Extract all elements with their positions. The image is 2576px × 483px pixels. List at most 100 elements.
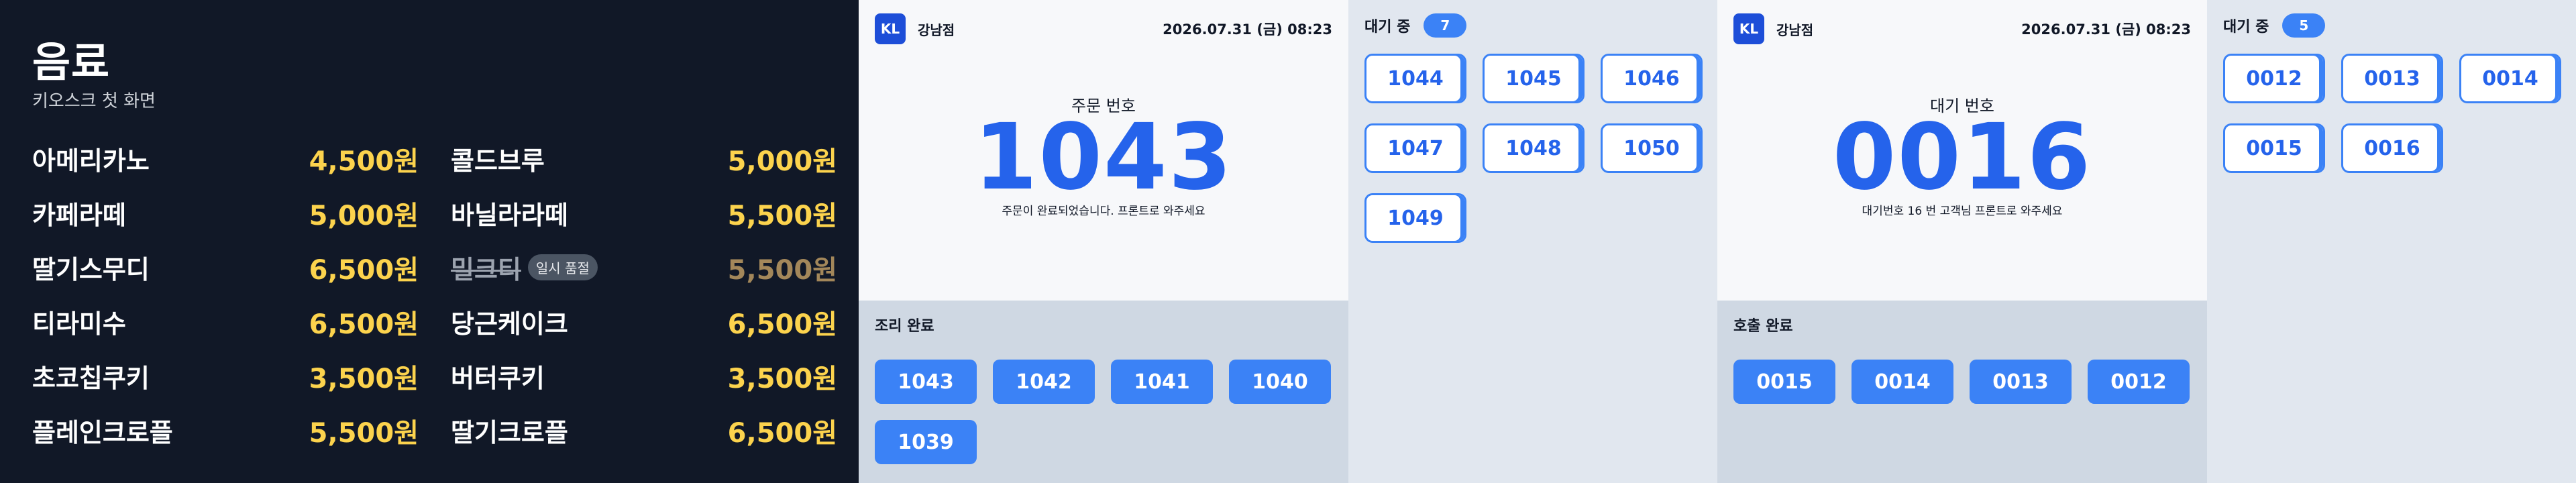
menu-item[interactable]: 당근케이크 6,500원: [451, 294, 837, 349]
menu-item[interactable]: 콜드브루 5,000원: [451, 131, 837, 186]
called-list: 0015 0014 0013 0012: [1733, 360, 2196, 404]
wait-number: 0016: [1832, 105, 2092, 211]
menu-list: 아메리카노 4,500원 콜드브루 5,000원 카페라떼 5,000원 바닐라라떼 5,50…: [32, 131, 837, 458]
wait-queue-panel: 대기 중 5 0012 0013 0014 0015 0016: [2207, 0, 2576, 483]
order-display: KL 강남점 2026.07.31 (금) 08:23 주문 번호 1043 주…: [859, 0, 1348, 483]
menu-item-price: 5,500원: [727, 200, 837, 231]
queue-number-chip: 1045: [1483, 54, 1585, 103]
menu-item-name-text: 초코칩쿠키: [32, 364, 150, 393]
queue-title: 대기 중: [1364, 19, 1411, 36]
menu-item-name-text: 딸기크로플: [451, 418, 568, 447]
store-name: 강남점: [918, 21, 955, 38]
menu-item-name: 딸기크로플: [451, 412, 568, 449]
menu-item-name-text: 바닐라라떼: [451, 201, 568, 230]
brand-logo: KL: [875, 13, 906, 44]
queue-count-badge: 5: [2282, 13, 2326, 38]
menu-item-name-text: 밀크티: [451, 255, 521, 284]
menu-item-name: 당근케이크: [451, 303, 568, 340]
order-done-panel: 조리 완료 1043 1042 1041 1040 1039: [859, 301, 1348, 483]
queue-number-chip: 1050: [1601, 123, 1703, 173]
menu-item[interactable]: 딸기스무디 6,500원: [32, 240, 419, 294]
order-message: 주문이 완료되었습니다. 프론트로 와주세요: [1002, 205, 1205, 218]
called-number-chip: 0013: [1970, 360, 2072, 404]
sold-out-badge: 일시 품절: [527, 254, 598, 280]
queue-list: 1044 1045 1046 1047 1048 1050 1049: [1364, 54, 1713, 243]
queue-number-chip: 0012: [2223, 54, 2325, 103]
menu-item-name: 초코칩쿠키: [32, 358, 150, 394]
queue-number-chip: 1046: [1601, 54, 1703, 103]
wait-number-board: KL 강남점 2026.07.31 (금) 08:23 대기 번호 0016 대…: [1717, 0, 2576, 483]
menu-item[interactable]: 바닐라라떼 5,500원: [451, 186, 837, 240]
done-list: 1043 1042 1041 1040 1039: [875, 360, 1338, 464]
queue-number-chip: 1049: [1364, 193, 1466, 243]
menu-item[interactable]: 딸기크로플 6,500원: [451, 403, 837, 458]
datetime: 2026.07.31 (금) 08:23: [1163, 21, 1332, 38]
store-brand: KL 강남점: [1733, 13, 1813, 44]
menu-panel: 음료 키오스크 첫 화면 아메리카노 4,500원 콜드브루 5,000원 카페라떼 5,…: [0, 0, 859, 483]
menu-item-name-text: 플레인크로플: [32, 418, 173, 447]
wait-message: 대기번호 16 번 고객님 프론트로 와주세요: [1862, 205, 2063, 218]
queue-number-chip: 1047: [1364, 123, 1466, 173]
menu-item-name: 밀크티 일시 품절: [451, 249, 598, 286]
menu-item-price: 6,500원: [727, 417, 837, 449]
menu-item-price: 4,500원: [309, 146, 419, 177]
queue-number-chip: 1048: [1483, 123, 1585, 173]
queue-number-chip: 0015: [2223, 123, 2325, 173]
menu-item[interactable]: 버터쿠키 3,500원: [451, 349, 837, 403]
done-number-chip: 1040: [1229, 360, 1331, 404]
menu-item-name-text: 버터쿠키: [451, 364, 545, 393]
queue-number-chip: 0013: [2341, 54, 2443, 103]
done-number-chip: 1042: [993, 360, 1095, 404]
called-number-chip: 0014: [1851, 360, 1953, 404]
queue-count-badge: 7: [1424, 13, 1467, 38]
menu-item-name: 플레인크로플: [32, 412, 173, 449]
wait-called-panel: 호출 완료 0015 0014 0013 0012: [1717, 301, 2207, 483]
store-brand: KL 강남점: [875, 13, 955, 44]
menu-item-name-text: 카페라떼: [32, 201, 126, 230]
store-name: 강남점: [1776, 21, 1814, 38]
done-section-title: 조리 완료: [875, 318, 934, 335]
queue-header: 대기 중 5: [2223, 13, 2326, 38]
menu-item-name-text: 티라미수: [32, 309, 126, 339]
menu-item[interactable]: 아메리카노 4,500원: [32, 131, 419, 186]
called-section-title: 호출 완료: [1733, 318, 1793, 335]
menu-item-name-text: 콜드브루: [451, 146, 545, 176]
called-number-chip: 0015: [1733, 360, 1835, 404]
menu-item-price: 3,500원: [727, 363, 837, 394]
menu-item-price: 6,500원: [727, 309, 837, 340]
menu-item-name-text: 딸기스무디: [32, 255, 150, 284]
menu-item-price: 3,500원: [309, 363, 419, 394]
done-number-chip: 1041: [1111, 360, 1213, 404]
order-number: 1043: [973, 105, 1234, 211]
queue-title: 대기 중: [2223, 19, 2269, 36]
wait-current-panel: KL 강남점 2026.07.31 (금) 08:23 대기 번호 0016 대…: [1717, 0, 2207, 301]
menu-item[interactable]: 밀크티 일시 품절 5,500원: [451, 240, 837, 294]
queue-number-chip: 1044: [1364, 54, 1466, 103]
menu-subtitle: 키오스크 첫 화면: [32, 91, 156, 111]
menu-item-price: 5,000원: [309, 200, 419, 231]
menu-item-price: 5,500원: [727, 254, 837, 286]
wait-display: KL 강남점 2026.07.31 (금) 08:23 대기 번호 0016 대…: [1717, 0, 2207, 483]
menu-item-name: 바닐라라떼: [451, 195, 568, 231]
done-number-chip: 1043: [875, 360, 977, 404]
menu-item-price: 6,500원: [309, 254, 419, 286]
menu-item-price: 5,500원: [309, 417, 419, 449]
order-queue-panel: 대기 중 7 1044 1045 1046 1047 1048 1050 1049: [1348, 0, 1717, 483]
done-number-chip: 1039: [875, 420, 977, 464]
menu-item[interactable]: 티라미수 6,500원: [32, 294, 419, 349]
order-current-panel: KL 강남점 2026.07.31 (금) 08:23 주문 번호 1043 주…: [859, 0, 1348, 301]
brand-logo: KL: [1733, 13, 1764, 44]
menu-item-name: 버터쿠키: [451, 358, 545, 394]
menu-category-title: 음료: [32, 38, 111, 87]
menu-item-name: 딸기스무디: [32, 249, 150, 286]
menu-item-name: 아메리카노: [32, 140, 150, 177]
menu-item-price: 6,500원: [309, 309, 419, 340]
menu-item[interactable]: 플레인크로플 5,500원: [32, 403, 419, 458]
menu-item[interactable]: 초코칩쿠키 3,500원: [32, 349, 419, 403]
order-number-board: KL 강남점 2026.07.31 (금) 08:23 주문 번호 1043 주…: [859, 0, 1717, 483]
menu-item[interactable]: 카페라떼 5,000원: [32, 186, 419, 240]
queue-list: 0012 0013 0014 0015 0016: [2223, 54, 2572, 173]
called-number-chip: 0012: [2088, 360, 2190, 404]
menu-item-name-text: 당근케이크: [451, 309, 568, 339]
queue-number-chip: 0014: [2459, 54, 2561, 103]
